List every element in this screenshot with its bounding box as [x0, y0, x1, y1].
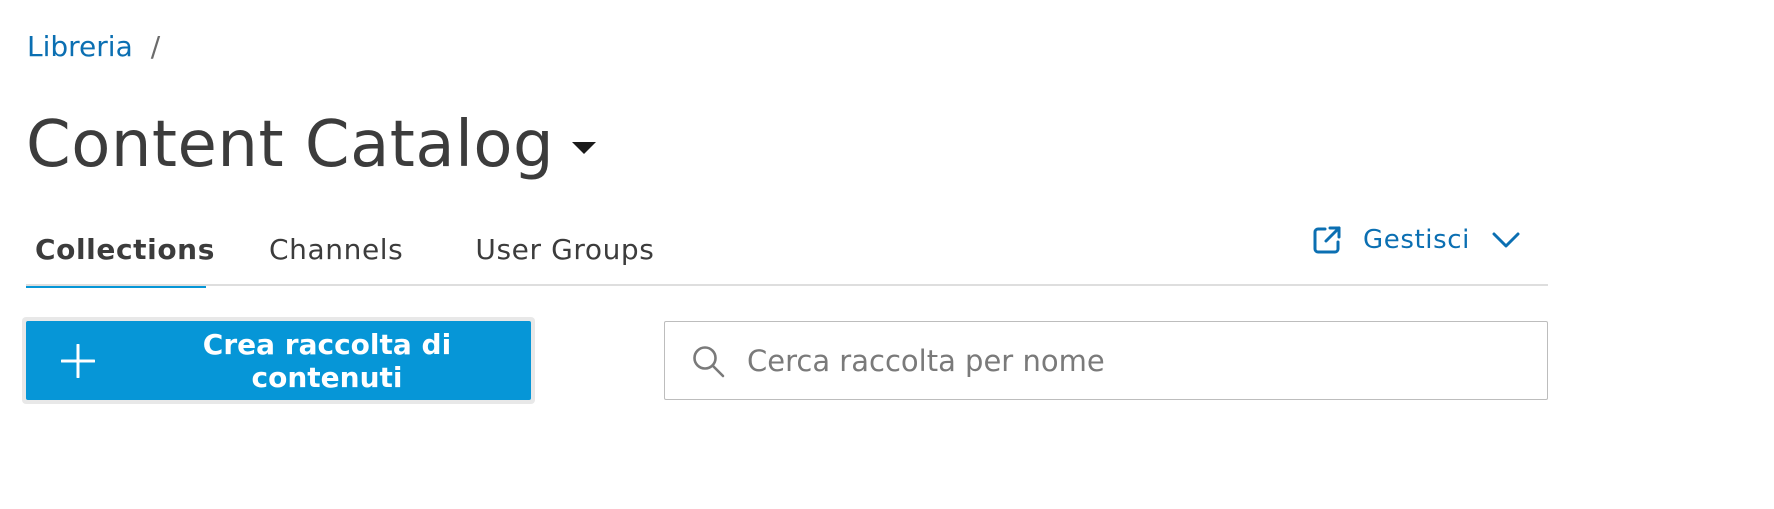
tab-channels[interactable]: Channels: [269, 212, 403, 286]
chevron-down-icon: [1492, 231, 1520, 249]
tab-user-groups[interactable]: User Groups: [475, 212, 654, 286]
manage-dropdown[interactable]: Gestisci: [1311, 220, 1520, 260]
search-input[interactable]: [745, 342, 1509, 379]
page-title-dropdown[interactable]: Content Catalog: [26, 102, 597, 188]
search-box: [664, 321, 1548, 400]
tab-collections[interactable]: Collections: [26, 212, 214, 288]
tab-bar: Collections Channels User Groups: [26, 212, 655, 288]
manage-label: Gestisci: [1363, 225, 1470, 255]
tab-label: User Groups: [475, 232, 655, 266]
page-title: Content Catalog: [26, 108, 555, 182]
create-collection-button[interactable]: Crea raccolta di contenuti: [26, 321, 531, 400]
tab-label: Channels: [269, 232, 404, 266]
caret-down-icon: [572, 142, 597, 154]
external-link-icon: [1311, 224, 1343, 256]
search-icon: [691, 344, 725, 378]
breadcrumb-link-libreria[interactable]: Libreria: [27, 30, 133, 63]
plus-icon: [61, 343, 95, 378]
tabs-divider: [26, 284, 1548, 286]
breadcrumb-separator: /: [150, 29, 161, 63]
breadcrumb: Libreria /: [27, 26, 160, 66]
tab-label: Collections: [35, 232, 215, 266]
create-collection-label: Crea raccolta di contenuti: [202, 327, 452, 394]
